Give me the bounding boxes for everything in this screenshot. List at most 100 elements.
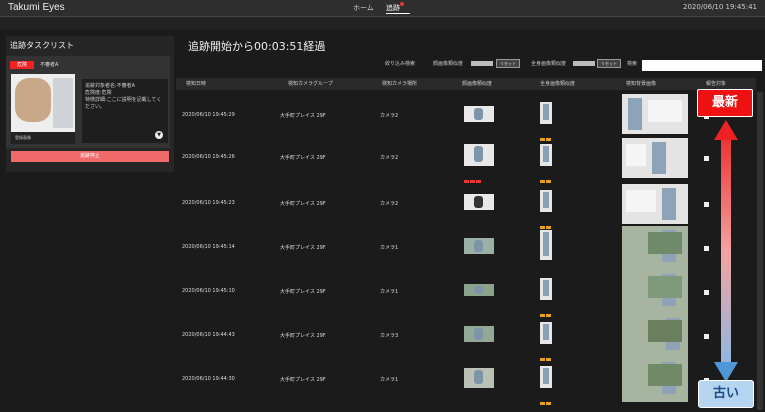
chevron-down-icon[interactable]: ▼ — [155, 131, 163, 139]
oldest-label: 古い — [698, 380, 754, 408]
table-row[interactable]: 2020/06/10 19:45:29 大手町プレイス 29F カメラ2 — [176, 94, 756, 141]
row-group: 大手町プレイス 29F — [280, 201, 326, 207]
row-group: 大手町プレイス 29F — [280, 245, 326, 251]
detection-table: 検知日時 検知カメラグループ 検知カメラ場所 顔画像類似度 全身画像類似度 検知… — [176, 78, 756, 412]
stop-tracking-button[interactable]: 追跡停止 — [11, 151, 169, 162]
col-time[interactable]: 検知日時 — [186, 78, 206, 90]
clock: 2020/06/10 19:45:41 — [682, 3, 757, 11]
face-similarity-slider[interactable] — [471, 61, 493, 66]
row-time: 2020/06/10 19:45:23 — [182, 200, 235, 206]
table-row[interactable]: 2020/06/10 19:45:14 大手町プレイス 29F カメラ1 — [176, 226, 756, 271]
body-score-bars — [540, 346, 570, 361]
body-similarity-label: 全身画像類似度 — [531, 61, 567, 67]
reset-body-button[interactable]: リセット — [597, 59, 621, 68]
arrow-down-icon — [714, 362, 738, 382]
body-score-bars — [540, 302, 570, 317]
report-checkbox[interactable] — [704, 334, 709, 339]
timeline-arrow — [721, 138, 731, 366]
face-score-bars — [464, 168, 494, 183]
body-score-bars — [540, 390, 570, 405]
elapsed-time: 追跡開始から00:03:51経過 — [188, 40, 326, 53]
task-list-title: 追跡タスクリスト — [10, 41, 74, 50]
report-checkbox[interactable] — [704, 290, 709, 295]
row-camera: カメラ1 — [380, 377, 399, 383]
row-time: 2020/06/10 19:44:43 — [182, 332, 235, 338]
row-time: 2020/06/10 19:44:30 — [182, 376, 235, 382]
col-group[interactable]: 検知カメラグループ — [288, 78, 333, 90]
search-label: 検索 — [627, 61, 638, 67]
face-caption: 登録画像 — [11, 132, 75, 144]
background-thumb[interactable] — [622, 226, 688, 270]
face-thumb[interactable] — [464, 326, 494, 342]
nav-home[interactable]: ホーム — [353, 4, 374, 12]
row-camera: カメラ3 — [380, 333, 399, 339]
table-row[interactable]: 2020/06/10 19:45:10 大手町プレイス 29F カメラ1 — [176, 270, 756, 317]
info-line: 危険度:危険 — [85, 90, 112, 96]
body-thumb[interactable] — [540, 366, 552, 388]
row-group: 大手町プレイス 29F — [280, 333, 326, 339]
row-group: 大手町プレイス 29F — [280, 289, 326, 295]
arrow-up-icon — [714, 120, 738, 140]
top-bar: Takumi Eyes ホーム 追跡 2020/06/10 19:45:41 — [0, 0, 765, 17]
report-checkbox[interactable] — [704, 246, 709, 251]
narrow-search-label: 絞り込み検索 — [385, 61, 416, 67]
body-thumb[interactable] — [540, 144, 552, 166]
background-thumb[interactable] — [622, 358, 688, 402]
body-thumb[interactable] — [540, 190, 552, 212]
notification-dot — [400, 2, 405, 6]
target-name: 不審者A — [40, 62, 59, 68]
body-thumb[interactable] — [540, 278, 552, 300]
row-group: 大手町プレイス 29F — [280, 155, 326, 161]
search-input[interactable] — [642, 60, 762, 71]
body-thumb[interactable] — [540, 102, 552, 124]
table-row[interactable]: 2020/06/10 19:44:30 大手町プレイス 29F カメラ1 — [176, 358, 756, 405]
body-similarity-slider[interactable] — [573, 61, 595, 66]
col-camera[interactable]: 検知カメラ場所 — [382, 78, 417, 90]
newest-label: 最新 — [697, 89, 753, 117]
col-background[interactable]: 検知背景画像 — [626, 78, 656, 90]
background-thumb[interactable] — [622, 138, 688, 178]
table-row[interactable]: 2020/06/10 19:45:26 大手町プレイス 29F カメラ2 — [176, 136, 756, 183]
col-body-sim[interactable]: 全身画像類似度 — [540, 78, 575, 90]
report-checkbox[interactable] — [704, 202, 709, 207]
row-time: 2020/06/10 19:45:26 — [182, 154, 235, 160]
report-checkbox[interactable] — [704, 156, 709, 161]
table-row[interactable]: 2020/06/10 19:45:23 大手町プレイス 29F カメラ2 — [176, 182, 756, 229]
body-score-bars — [540, 214, 570, 229]
body-thumb[interactable] — [540, 322, 552, 344]
nav-tracking[interactable]: 追跡 — [386, 2, 411, 14]
sub-bar — [0, 17, 765, 29]
info-line: 追跡対象者名:不審者A — [85, 83, 136, 89]
row-camera: カメラ2 — [380, 155, 399, 161]
row-group: 大手町プレイス 29F — [280, 113, 326, 119]
face-similarity-label: 顔画像類似度 — [433, 61, 464, 67]
face-thumb[interactable] — [464, 238, 494, 254]
col-face-sim[interactable]: 顔画像類似度 — [462, 78, 492, 90]
face-thumb[interactable] — [464, 284, 494, 296]
danger-tag: 危険 — [10, 61, 34, 69]
body-thumb[interactable] — [540, 230, 552, 260]
reset-face-button[interactable]: リセット — [496, 59, 520, 68]
body-score-bars — [540, 126, 570, 141]
face-thumb[interactable] — [464, 144, 494, 166]
scrollbar[interactable] — [757, 92, 763, 410]
face-thumb[interactable] — [464, 106, 494, 122]
row-camera: カメラ1 — [380, 289, 399, 295]
row-camera: カメラ2 — [380, 113, 399, 119]
row-camera: カメラ1 — [380, 245, 399, 251]
face-thumb[interactable] — [464, 194, 494, 210]
nav-tracking-label: 追跡 — [386, 4, 401, 12]
background-thumb[interactable] — [622, 94, 688, 134]
main-nav: ホーム 追跡 — [353, 2, 420, 14]
body-score-bars — [540, 168, 570, 183]
row-group: 大手町プレイス 29F — [280, 377, 326, 383]
registered-face-image: 登録画像 — [11, 74, 75, 144]
info-line: 特徴詳細:ここに説明を記載してください。 — [85, 97, 162, 110]
row-time: 2020/06/10 19:45:14 — [182, 244, 235, 250]
background-thumb[interactable] — [622, 314, 688, 358]
row-time: 2020/06/10 19:45:10 — [182, 288, 235, 294]
table-row[interactable]: 2020/06/10 19:44:43 大手町プレイス 29F カメラ3 — [176, 314, 756, 361]
face-thumb[interactable] — [464, 368, 494, 388]
background-thumb[interactable] — [622, 270, 688, 314]
background-thumb[interactable] — [622, 184, 688, 224]
